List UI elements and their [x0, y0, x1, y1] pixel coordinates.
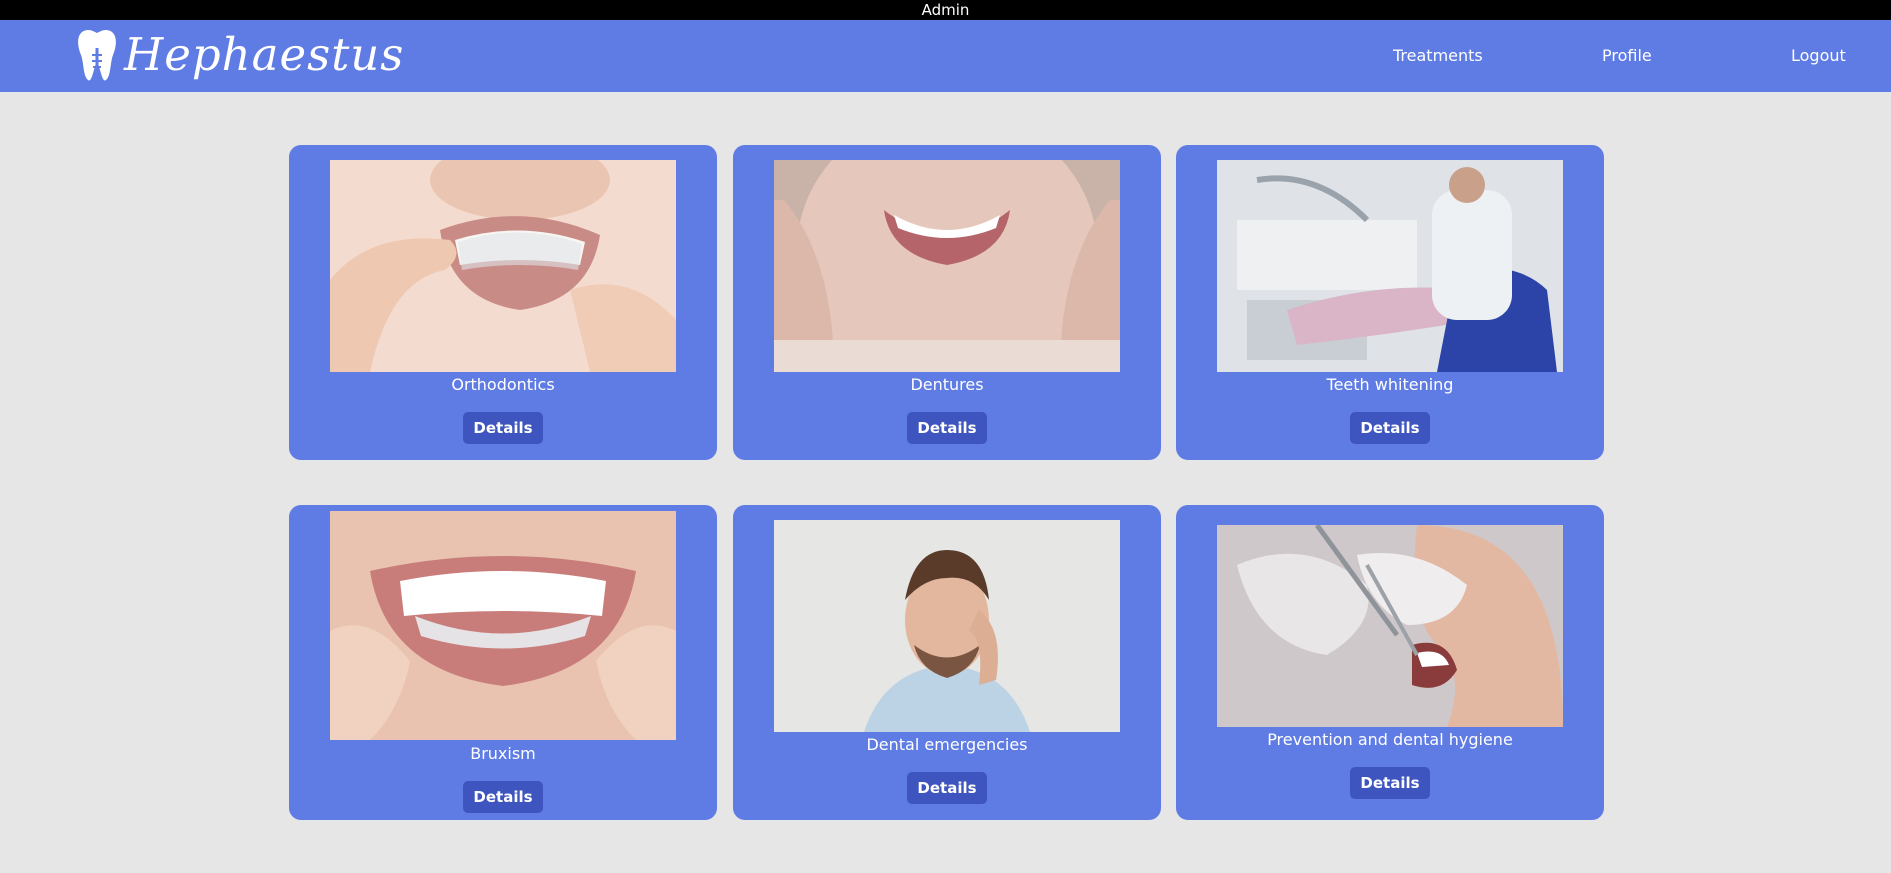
treatment-card-orthodontics: Orthodontics Details — [289, 145, 717, 460]
dental-emergencies-image — [774, 520, 1120, 732]
orthodontics-image — [330, 160, 676, 372]
logo[interactable]: Hephaestus — [76, 28, 404, 82]
treatment-title: Dental emergencies — [866, 735, 1028, 754]
prevention-hygiene-image — [1217, 525, 1563, 727]
dental-emergencies-details-button[interactable]: Details — [907, 772, 987, 804]
treatment-card-dentures: Dentures Details — [733, 145, 1161, 460]
role-label: Admin — [921, 1, 970, 19]
treatment-title: Dentures — [910, 375, 984, 394]
dentures-image — [774, 160, 1120, 372]
treatment-card-dental-emergencies: Dental emergencies Details — [733, 505, 1161, 820]
nav-logout-link[interactable]: Logout — [1791, 20, 1846, 92]
logo-text: Hephaestus — [124, 28, 405, 81]
teeth-whitening-image — [1217, 160, 1563, 372]
treatment-card-teeth-whitening: Teeth whitening Details — [1176, 145, 1604, 460]
bruxism-image — [330, 511, 676, 740]
treatment-title: Prevention and dental hygiene — [1267, 730, 1513, 749]
treatment-card-bruxism: Bruxism Details — [289, 505, 717, 820]
dentures-details-button[interactable]: Details — [907, 412, 987, 444]
bruxism-details-button[interactable]: Details — [463, 781, 543, 813]
admin-topbar: Admin — [0, 0, 1891, 20]
treatment-title: Bruxism — [470, 744, 536, 763]
nav-profile-link[interactable]: Profile — [1602, 20, 1652, 92]
orthodontics-details-button[interactable]: Details — [463, 412, 543, 444]
prevention-hygiene-details-button[interactable]: Details — [1350, 767, 1430, 799]
navbar: Hephaestus Treatments Profile Logout — [0, 20, 1891, 92]
treatment-title: Orthodontics — [451, 375, 555, 394]
treatment-card-prevention-hygiene: Prevention and dental hygiene Details — [1176, 505, 1604, 820]
teeth-whitening-details-button[interactable]: Details — [1350, 412, 1430, 444]
treatment-title: Teeth whitening — [1326, 375, 1454, 394]
tooth-logo-icon — [78, 30, 116, 81]
nav-treatments-link[interactable]: Treatments — [1393, 20, 1483, 92]
